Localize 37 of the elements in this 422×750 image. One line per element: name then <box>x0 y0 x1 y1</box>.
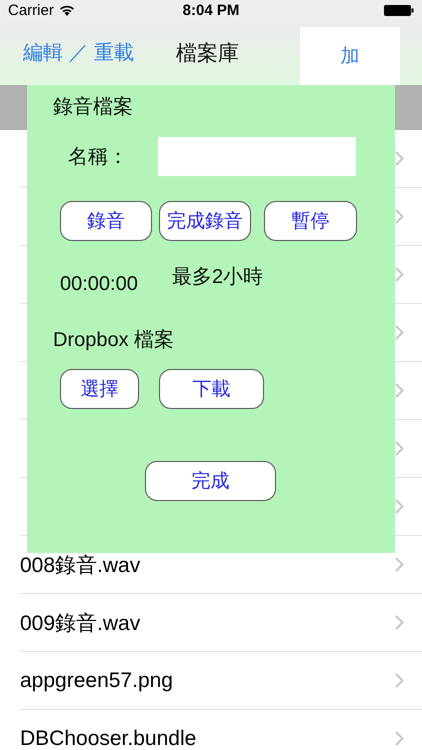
wifi-icon <box>58 4 75 16</box>
add-button[interactable]: 加 <box>300 27 400 85</box>
file-name: DBChooser.bundle <box>20 726 198 750</box>
file-name: appgreen57.png <box>20 668 174 692</box>
panel-title: 錄音檔案 <box>53 95 134 120</box>
chevron-icon <box>395 325 404 340</box>
edit-reload-button[interactable]: 編輯 ／ 重載 <box>23 39 134 66</box>
chevron-icon <box>395 615 404 630</box>
choose-button[interactable]: 選擇 <box>60 369 139 409</box>
chevron-icon <box>395 151 404 166</box>
chevron-icon <box>395 673 404 688</box>
file-name: 009錄音.wav <box>20 610 142 636</box>
chevron-icon <box>395 209 404 224</box>
file-row[interactable]: appgreen57.png <box>20 652 422 710</box>
download-button[interactable]: 下載 <box>159 369 264 409</box>
clock-time: 8:04 PM <box>182 2 240 18</box>
carrier-name: Carrier <box>8 2 54 18</box>
file-row[interactable]: 009錄音.wav <box>20 594 422 652</box>
limit-note: 最多2小時 <box>172 265 264 290</box>
chevron-icon <box>395 267 404 282</box>
timer-text: 00:00:00 <box>60 273 139 296</box>
chevron-icon <box>395 499 404 514</box>
screen-title: 檔案庫 <box>176 40 240 66</box>
pause-button[interactable]: 暫停 <box>264 201 357 241</box>
name-label: 名稱： <box>68 144 129 170</box>
chevron-icon <box>395 383 404 398</box>
battery-icon <box>384 4 414 16</box>
record-button[interactable]: 錄音 <box>60 201 152 241</box>
chevron-icon <box>395 557 404 572</box>
file-name: 008錄音.wav <box>20 552 142 578</box>
chevron-icon <box>395 731 404 746</box>
dropbox-title: Dropbox 檔案 <box>53 328 176 353</box>
finish-record-button[interactable]: 完成錄音 <box>159 201 251 241</box>
file-row[interactable]: DBChooser.bundle <box>20 710 422 750</box>
done-button[interactable]: 完成 <box>145 461 276 501</box>
chevron-icon <box>395 441 404 456</box>
name-input-field[interactable] <box>158 136 356 176</box>
